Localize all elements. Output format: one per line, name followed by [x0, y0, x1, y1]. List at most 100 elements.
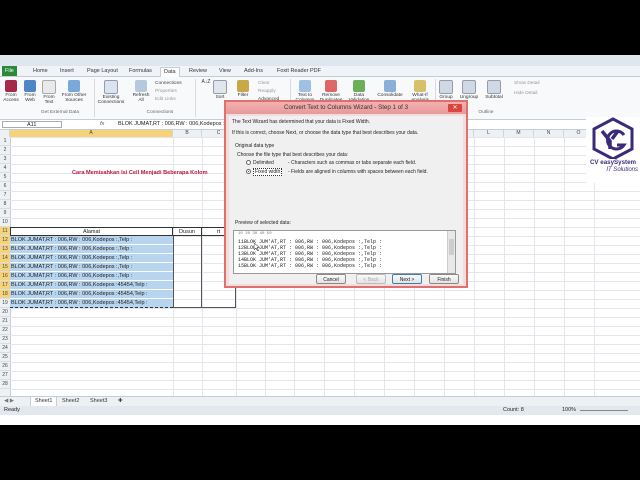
reapply-button[interactable]: Reapply [258, 89, 276, 94]
preview-scrollbar[interactable] [447, 231, 455, 273]
grid-line [474, 137, 475, 397]
cell-alamat[interactable]: BLOK JUMAT,RT : 006,RW : 006,Kodepos :,T… [10, 236, 173, 245]
connections-button[interactable]: Connections [155, 81, 182, 86]
filter-button[interactable]: Filter [232, 80, 254, 98]
row-header[interactable]: 5 [0, 173, 10, 182]
zoom-slider[interactable] [580, 410, 628, 411]
header-alamat[interactable]: Alamat [10, 227, 173, 236]
cell-alamat[interactable]: BLOK JUMAT,RT : 006,RW : 006,Kodepos :,T… [10, 263, 173, 272]
preview-scroll-thumb[interactable] [449, 239, 454, 255]
sort-az-button[interactable]: A↓Z [200, 80, 212, 85]
row-header[interactable]: 3 [0, 155, 10, 164]
fx-icon[interactable]: fx [100, 120, 104, 129]
tab-file[interactable]: File [2, 66, 17, 76]
formula-input[interactable]: BLOK JUMAT,RT : 006,RW : 006,Kodepos :,T… [118, 120, 239, 129]
tab-add-ins[interactable]: Add-Ins [241, 67, 266, 76]
row-header[interactable]: 23 [0, 335, 10, 344]
header-dusun[interactable]: Dusun [173, 227, 202, 236]
show-detail-button[interactable]: Show Detail [514, 81, 540, 86]
sort-button[interactable]: Sort [212, 80, 228, 100]
edit-links-button[interactable]: Edit Links [155, 97, 176, 102]
row-header[interactable]: 7 [0, 191, 10, 200]
row-header[interactable]: 10 [0, 218, 10, 227]
row-header[interactable]: 13 [0, 245, 10, 254]
row-header[interactable]: 27 [0, 371, 10, 380]
ungroup-button[interactable]: Ungroup [457, 80, 481, 100]
consolidate-button[interactable]: Consolidate [374, 80, 406, 98]
row-header[interactable]: 4 [0, 164, 10, 173]
properties-button[interactable]: Properties [155, 89, 177, 94]
refresh-all-button[interactable]: Refresh All [130, 80, 152, 103]
row-header[interactable]: 6 [0, 182, 10, 191]
row-header[interactable]: 28 [0, 380, 10, 389]
tab-home[interactable]: Home [30, 67, 51, 76]
tab-data[interactable]: Data [160, 67, 180, 77]
from-text-button[interactable]: From Text [40, 80, 58, 105]
row-header[interactable]: 21 [0, 317, 10, 326]
row-header[interactable]: 22 [0, 326, 10, 335]
row-header[interactable]: 11 [0, 227, 10, 236]
dusun-column-range[interactable] [173, 236, 202, 308]
cell-alamat[interactable]: BLOK JUMAT,RT : 006,RW : 006,Kodepos :45… [10, 290, 173, 299]
sheet-tab[interactable]: Sheet2 [58, 397, 83, 406]
tab-formulas[interactable]: Formulas [126, 67, 155, 76]
from-other-sources-button[interactable]: From Other Sources [60, 80, 88, 103]
row-header[interactable]: 9 [0, 209, 10, 218]
cell-alamat[interactable]: BLOK JUMAT,RT : 006,RW : 006,Kodepos :,T… [10, 254, 173, 263]
row-header[interactable]: 16 [0, 272, 10, 281]
tab-insert[interactable]: Insert [57, 67, 77, 76]
row-header[interactable]: 12 [0, 236, 10, 245]
tab-foxit[interactable]: Foxit Reader PDF [274, 67, 324, 76]
delimited-label[interactable]: Delimited [253, 160, 274, 166]
existing-connections-button[interactable]: Existing Connections [97, 80, 125, 105]
column-header[interactable]: L [474, 130, 504, 137]
tab-page-layout[interactable]: Page Layout [84, 67, 121, 76]
from-web-button[interactable]: From Web [21, 80, 39, 103]
from-access-button[interactable]: From Access [2, 80, 20, 103]
subtotal-button[interactable]: Subtotal [482, 80, 506, 100]
row-header[interactable]: 2 [0, 146, 10, 155]
column-header[interactable]: B [173, 130, 202, 137]
status-zoom[interactable]: 100% [562, 406, 576, 415]
row-header[interactable]: 8 [0, 200, 10, 209]
cell-alamat[interactable]: BLOK JUMAT,RT : 006,RW : 006,Kodepos :,T… [10, 272, 173, 281]
close-icon[interactable]: ✕ [448, 104, 462, 112]
finish-button[interactable]: Finish [429, 274, 459, 284]
row-header[interactable]: 14 [0, 254, 10, 263]
row-header[interactable]: 18 [0, 290, 10, 299]
cell-alamat[interactable]: BLOK JUMAT,RT : 006,RW : 006,Kodepos :45… [10, 281, 173, 290]
column-header[interactable]: M [504, 130, 534, 137]
fixed-width-radio[interactable] [246, 169, 251, 174]
tab-view[interactable]: View [216, 67, 234, 76]
row-header[interactable]: 25 [0, 353, 10, 362]
web-icon [24, 80, 36, 92]
row-header[interactable]: 24 [0, 344, 10, 353]
cell-alamat[interactable]: BLOK JUMAT,RT : 006,RW : 006,Kodepos :45… [10, 299, 173, 308]
new-sheet-icon[interactable]: ✚ [114, 397, 127, 406]
column-header[interactable]: A [10, 130, 173, 137]
cancel-button[interactable]: Cancel [316, 274, 346, 284]
row-header[interactable]: 26 [0, 362, 10, 371]
column-header[interactable]: N [534, 130, 564, 137]
back-button[interactable]: < Back [356, 274, 386, 284]
data-preview[interactable]: 10 20 30 40 50 11BLOK JUM'AT,RT : 006,RW… [233, 230, 456, 274]
row-header[interactable]: 19 [0, 299, 10, 308]
delimited-radio[interactable] [246, 160, 251, 165]
clear-button[interactable]: Clear [258, 81, 269, 86]
sheet-nav-arrows[interactable]: ◀ ▶ [0, 397, 18, 406]
select-all-corner[interactable] [0, 130, 10, 137]
name-box[interactable]: A11 [2, 121, 62, 128]
sheet-tab[interactable]: Sheet3 [86, 397, 111, 406]
fixed-width-description: - Fields are aligned in columns with spa… [288, 169, 428, 175]
tab-review[interactable]: Review [186, 67, 210, 76]
row-header[interactable]: 17 [0, 281, 10, 290]
group-button[interactable]: Group [437, 80, 455, 100]
row-header[interactable]: 1 [0, 137, 10, 146]
row-header[interactable]: 15 [0, 263, 10, 272]
next-button[interactable]: Next > [392, 274, 422, 284]
subtotal-icon [487, 80, 501, 94]
hide-detail-button[interactable]: Hide Detail [514, 91, 537, 96]
fixed-width-label[interactable]: Fixed width [253, 168, 283, 176]
row-header[interactable]: 20 [0, 308, 10, 317]
cell-alamat[interactable]: BLOK JUMAT,RT : 006,RW : 006,Kodepos :,T… [10, 245, 173, 254]
